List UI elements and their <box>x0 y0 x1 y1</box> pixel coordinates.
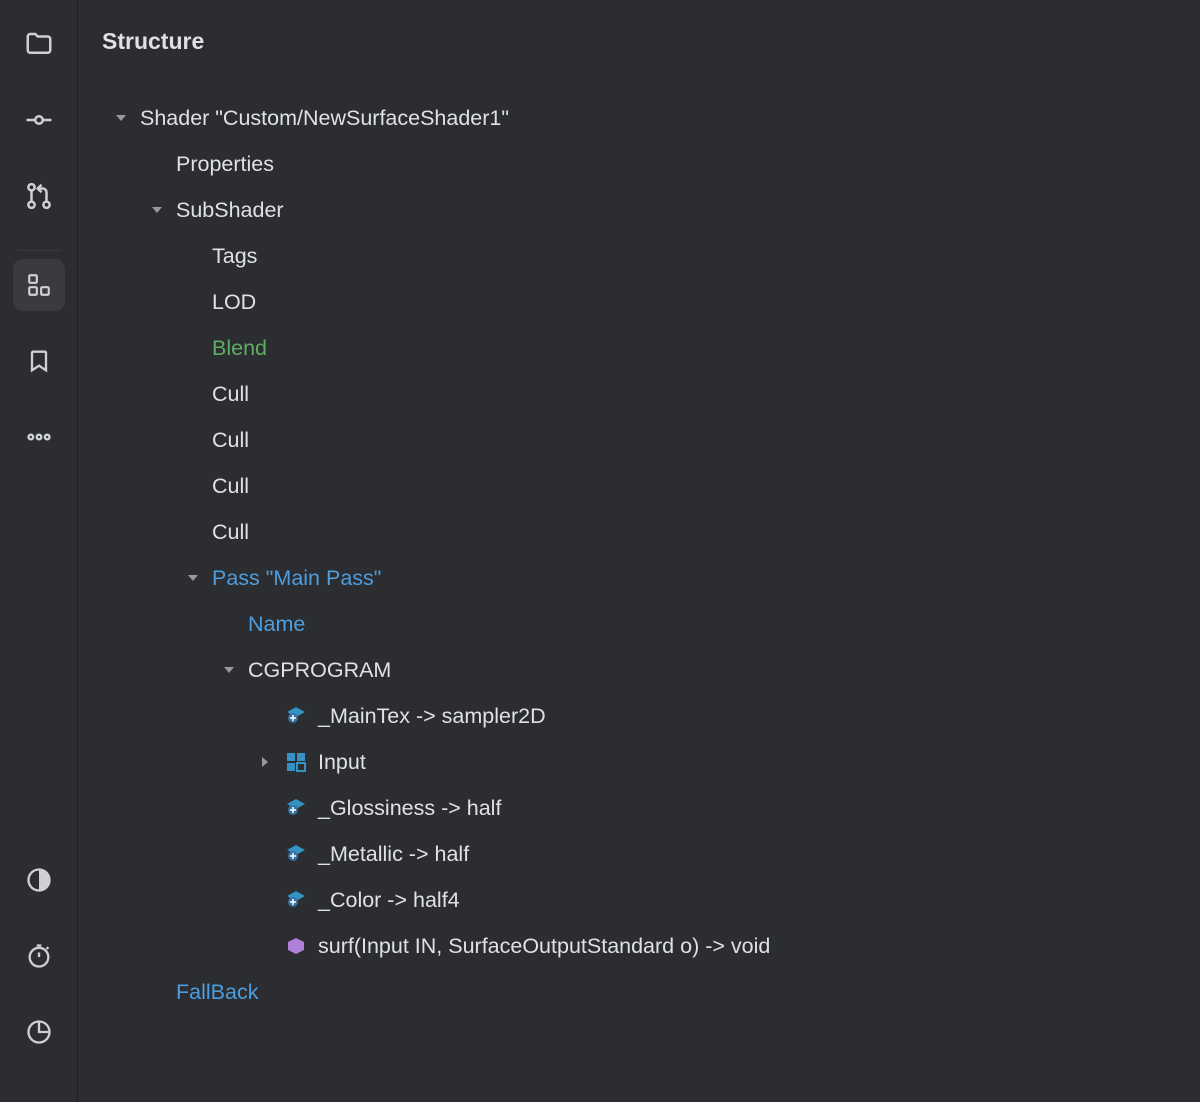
chevron-down-icon[interactable] <box>108 105 134 131</box>
tree-item-label: Name <box>248 612 305 637</box>
more-icon <box>25 423 53 451</box>
commit-tool-button[interactable] <box>13 94 65 146</box>
tree-item-label: Cull <box>212 382 249 407</box>
variable-icon <box>284 796 308 820</box>
tree-item-label: _Metallic -> half <box>318 842 469 867</box>
tree-node-subshader[interactable]: SubShader <box>78 187 1200 233</box>
bookmarks-tool-button[interactable] <box>13 335 65 387</box>
tree-node-fallback[interactable]: FallBack <box>78 969 1200 1015</box>
structure-panel: Structure Shader "Custom/NewSurfaceShade… <box>78 0 1200 1102</box>
chevron-right-icon[interactable] <box>252 749 278 775</box>
tree-node-cull[interactable]: Cull <box>78 463 1200 509</box>
folder-icon <box>24 29 54 59</box>
tool-window-rail <box>0 0 78 1102</box>
tree-node-surf-func[interactable]: surf(Input IN, SurfaceOutputStandard o) … <box>78 923 1200 969</box>
tree-node-shader[interactable]: Shader "Custom/NewSurfaceShader1" <box>78 95 1200 141</box>
pull-requests-tool-button[interactable] <box>13 170 65 222</box>
tree-node-cull[interactable]: Cull <box>78 417 1200 463</box>
tree-node-cull[interactable]: Cull <box>78 371 1200 417</box>
notifications-tool-button[interactable] <box>13 854 65 906</box>
tree-item-label: Blend <box>212 336 267 361</box>
stopwatch-icon <box>25 942 53 970</box>
tree-item-label: _Glossiness -> half <box>318 796 501 821</box>
half-circle-icon <box>25 866 53 894</box>
tree-node-maintex[interactable]: _MainTex -> sampler2D <box>78 693 1200 739</box>
project-tool-button[interactable] <box>13 18 65 70</box>
tree-item-label: CGPROGRAM <box>248 658 391 683</box>
timer-tool-button[interactable] <box>13 930 65 982</box>
tree-node-properties[interactable]: Properties <box>78 141 1200 187</box>
tree-item-label: Cull <box>212 428 249 453</box>
tree-item-label: Tags <box>212 244 257 269</box>
tree-node-color[interactable]: _Color -> half4 <box>78 877 1200 923</box>
tree-item-label: FallBack <box>176 980 258 1005</box>
method-icon <box>284 934 308 958</box>
tree-item-label: Input <box>318 750 366 775</box>
tree-item-label: Pass "Main Pass" <box>212 566 381 591</box>
tree-node-pass[interactable]: Pass "Main Pass" <box>78 555 1200 601</box>
bookmark-icon <box>25 347 53 375</box>
tree-item-label: Properties <box>176 152 274 177</box>
tree-item-label: LOD <box>212 290 256 315</box>
tree-node-metallic[interactable]: _Metallic -> half <box>78 831 1200 877</box>
tree-item-label: Cull <box>212 474 249 499</box>
tree-node-lod[interactable]: LOD <box>78 279 1200 325</box>
variable-icon <box>284 704 308 728</box>
variable-icon <box>284 888 308 912</box>
panel-title: Structure <box>78 28 1200 55</box>
tree-node-name[interactable]: Name <box>78 601 1200 647</box>
tree-node-glossiness[interactable]: _Glossiness -> half <box>78 785 1200 831</box>
analyze-tool-button[interactable] <box>13 1006 65 1058</box>
structure-tool-button[interactable] <box>13 259 65 311</box>
chevron-down-icon[interactable] <box>144 197 170 223</box>
tree-node-blend[interactable]: Blend <box>78 325 1200 371</box>
pie-chart-icon <box>25 1018 53 1046</box>
tree-item-label: surf(Input IN, SurfaceOutputStandard o) … <box>318 934 770 959</box>
more-tool-button[interactable] <box>13 411 65 463</box>
tree-node-tags[interactable]: Tags <box>78 233 1200 279</box>
tree-node-cull[interactable]: Cull <box>78 509 1200 555</box>
tree-item-label: _Color -> half4 <box>318 888 460 913</box>
tree-node-cgprogram[interactable]: CGPROGRAM <box>78 647 1200 693</box>
struct-icon <box>284 750 308 774</box>
tree-item-label: _MainTex -> sampler2D <box>318 704 546 729</box>
tree-node-input[interactable]: Input <box>78 739 1200 785</box>
variable-icon <box>284 842 308 866</box>
tree-item-label: Shader "Custom/NewSurfaceShader1" <box>140 106 509 131</box>
commit-icon <box>24 105 54 135</box>
structure-icon <box>26 272 52 298</box>
pull-request-icon <box>24 181 54 211</box>
tree-item-label: Cull <box>212 520 249 545</box>
chevron-down-icon[interactable] <box>216 657 242 683</box>
chevron-down-icon[interactable] <box>180 565 206 591</box>
rail-divider <box>17 250 61 251</box>
tree-item-label: SubShader <box>176 198 284 223</box>
structure-tree[interactable]: Shader "Custom/NewSurfaceShader1" Proper… <box>78 95 1200 1015</box>
